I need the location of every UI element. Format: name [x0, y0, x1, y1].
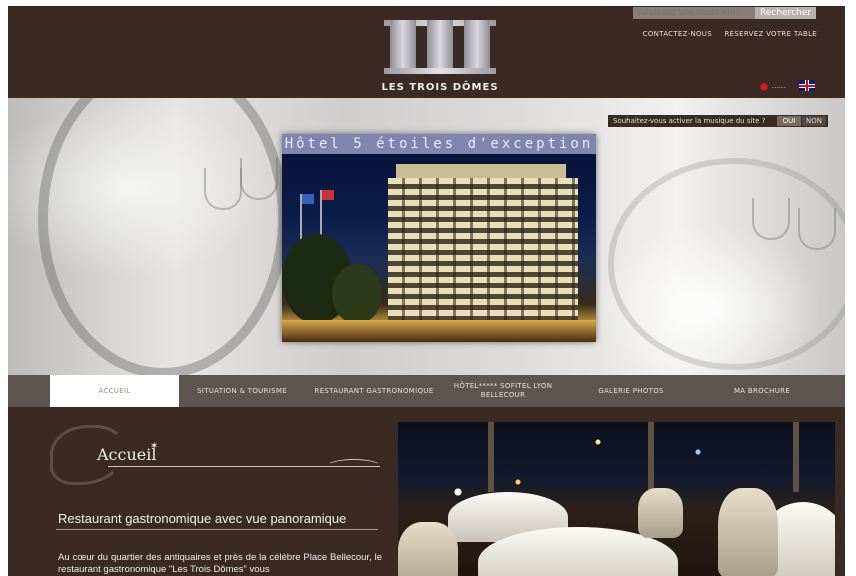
uk-flag-icon[interactable]: [799, 80, 815, 91]
section-title: Accueil: [97, 445, 157, 464]
main-content: Accueil ✶ Restaurant gastronomique avec …: [8, 407, 845, 576]
nav-item-restaurant[interactable]: RESTAURANT GASTRONOMIQUE: [305, 375, 443, 407]
photo-caption: Hôtel 5 étoiles d'exception: [282, 134, 596, 154]
nav-item-situation[interactable]: SITUATION & TOURISME: [179, 375, 305, 407]
restaurant-photo: [398, 422, 835, 576]
star-icon: ✶: [150, 441, 159, 452]
logo-mark-icon: [380, 20, 500, 74]
nav-item-brochure[interactable]: MA BROCHURE: [699, 375, 825, 407]
wine-glass-icon: [240, 158, 278, 200]
hotel-building: [388, 178, 578, 328]
music-question: Souhaitez-vous activer la musique du sit…: [613, 117, 766, 125]
title-flourish: [326, 459, 382, 475]
french-flag-icon[interactable]: [760, 83, 768, 91]
music-no-button[interactable]: NON: [802, 116, 826, 126]
main-nav: ACCUEIL SITUATION & TOURISME RESTAURANT …: [8, 375, 845, 407]
logo-text: LES TROIS DÔMES: [381, 82, 499, 93]
flag-placeholder: ......: [772, 82, 786, 90]
nav-item-accueil[interactable]: ACCUEIL: [50, 375, 179, 407]
nav-item-galerie[interactable]: GALERIE PHOTOS: [563, 375, 699, 407]
wine-glass-icon: [204, 168, 242, 210]
music-yes-button[interactable]: OUI: [777, 116, 801, 126]
logo[interactable]: LES TROIS DÔMES: [380, 20, 500, 93]
contact-link[interactable]: CONTACTEZ-NOUS: [643, 30, 712, 38]
intro-paragraph: Au cœur du quartier des antiquaires et p…: [58, 552, 382, 575]
wine-glass-icon: [798, 208, 836, 250]
top-links: CONTACTEZ-NOUS RÉSERVEZ VOTRE TABLE: [633, 30, 817, 38]
search-input[interactable]: [633, 7, 755, 19]
reserve-table-link[interactable]: RÉSERVEZ VOTRE TABLE: [725, 30, 817, 38]
heading-divider: [56, 529, 378, 530]
hotel-photo: Hôtel 5 étoiles d'exception: [282, 134, 596, 342]
page-heading: Restaurant gastronomique avec vue panora…: [58, 511, 347, 526]
hero-banner: Souhaitez-vous activer la musique du sit…: [8, 98, 845, 375]
decorative-table-curve: [608, 158, 845, 370]
nav-item-hotel[interactable]: HÔTEL***** SOFITEL LYON BELLECOUR: [443, 375, 563, 407]
wine-glass-icon: [752, 198, 790, 240]
decorative-chair-curve: [38, 98, 288, 375]
search-bar: Rechercher: [633, 7, 816, 19]
page: LES TROIS DÔMES Rechercher CONTACTEZ-NOU…: [8, 6, 845, 576]
search-button[interactable]: Rechercher: [755, 7, 816, 19]
music-prompt: Souhaitez-vous activer la musique du sit…: [608, 115, 828, 127]
header: LES TROIS DÔMES Rechercher CONTACTEZ-NOU…: [8, 6, 845, 98]
